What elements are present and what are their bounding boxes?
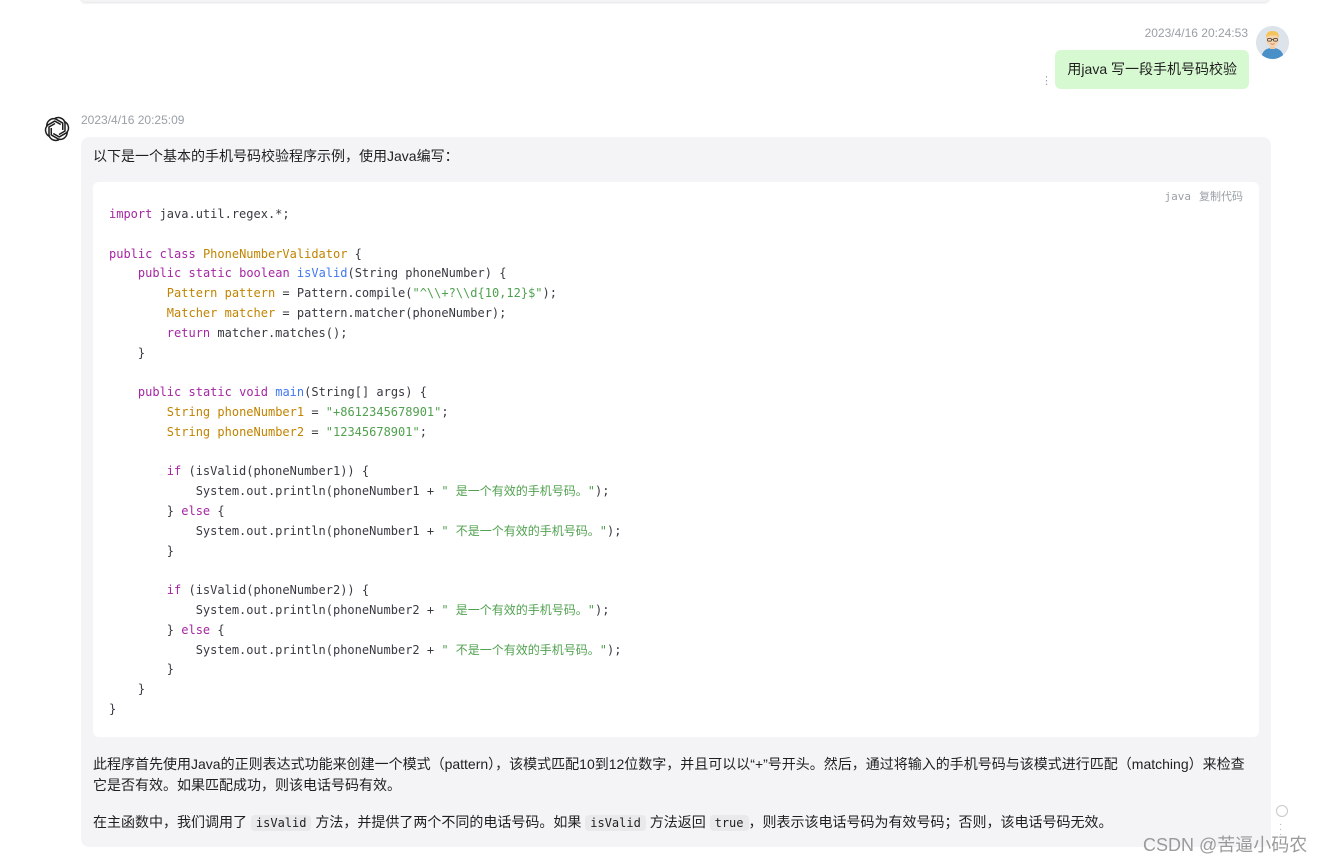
more-options-icon[interactable]: ⋮ — [1041, 74, 1052, 87]
inline-code-true: true — [709, 815, 749, 831]
assistant-summary-paragraph: 在主函数中，我们调用了 isValid 方法，并提供了两个不同的电话号码。如果 … — [93, 812, 1253, 834]
user-avatar-icon[interactable] — [1256, 26, 1289, 59]
assistant-message-timestamp: 2023/4/16 20:25:09 — [81, 113, 185, 127]
previous-message-card — [80, 0, 1270, 2]
user-message-bubble[interactable]: 用java 写一段手机号码校验 — [1055, 50, 1249, 89]
inline-code-isvalid-2: isValid — [585, 815, 646, 831]
openai-logo-icon — [42, 114, 72, 144]
code-block: java 复制代码 import java.util.regex.*; publi… — [93, 182, 1259, 737]
watermark: CSDN @苦逼小码农 — [1143, 835, 1308, 855]
inline-code-isvalid: isValid — [250, 815, 312, 831]
summary-text-1: 在主函数中，我们调用了 — [93, 814, 247, 830]
copy-code-button[interactable]: 复制代码 — [1199, 190, 1243, 203]
summary-text-4: ，则表示该电话号码为有效号码；否则，该电话号码无效。 — [748, 814, 1113, 830]
chat-page: 2023/4/16 20:24:53 用java 写一段手机号码校验 ⋮ 202… — [0, 0, 1330, 862]
assistant-explanation-paragraph: 此程序首先使用Java的正则表达式功能来创建一个模式（pattern），该模式匹… — [93, 756, 1245, 793]
code-block-header: java 复制代码 — [1157, 188, 1244, 204]
summary-text-3: 方法返回 — [649, 814, 706, 830]
user-message-timestamp: 2023/4/16 20:24:53 — [1144, 26, 1248, 40]
code-content: import java.util.regex.*; public class P… — [109, 207, 622, 716]
refresh-icon[interactable] — [1276, 805, 1288, 817]
summary-text-2: 方法，并提供了两个不同的电话号码。如果 — [315, 814, 582, 830]
assistant-intro-text: 以下是一个基本的手机号码校验程序示例，使用Java编写： — [93, 148, 459, 164]
code-language-label: java — [1164, 190, 1192, 203]
